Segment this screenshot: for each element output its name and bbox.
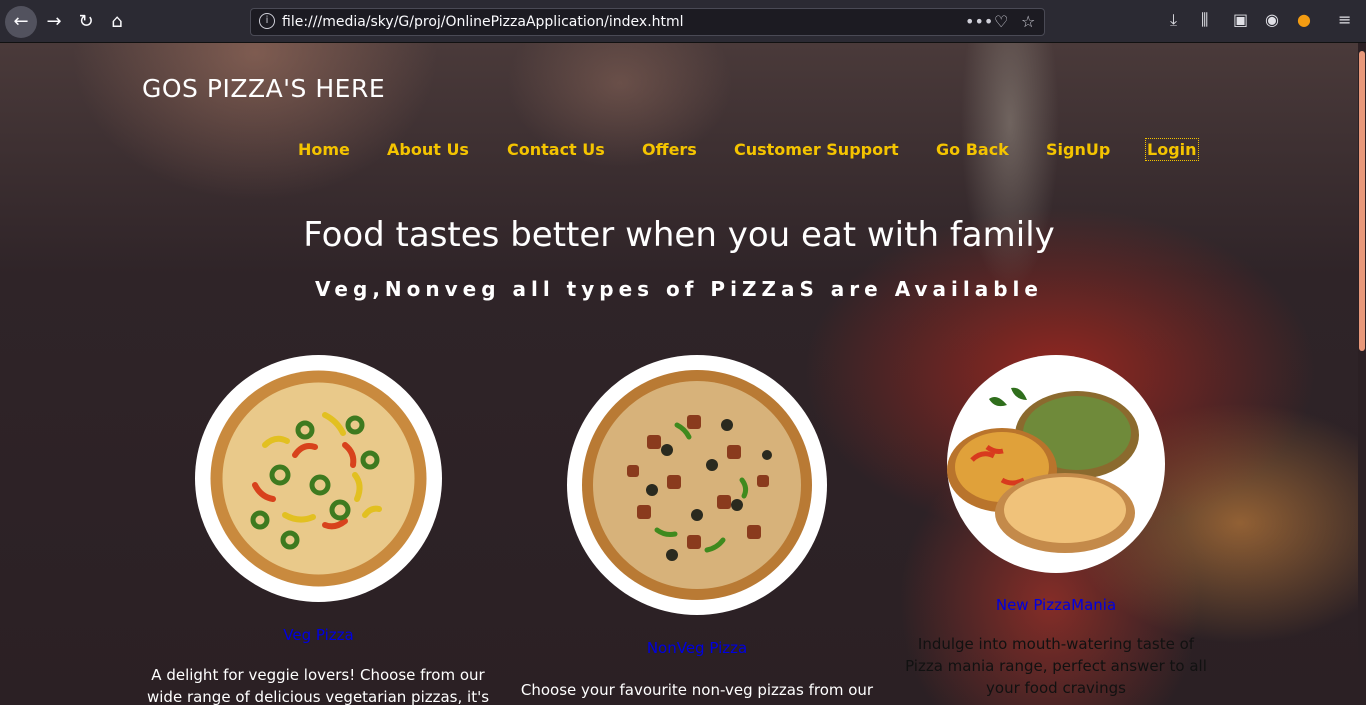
site-title: GOS PIZZA'S HERE [142, 74, 386, 103]
nav-customer-support[interactable]: Customer Support [734, 140, 899, 159]
forward-arrow-icon[interactable]: → [40, 8, 68, 36]
download-icon[interactable]: ⤓ [1170, 10, 1177, 30]
pocket-icon[interactable]: ♡ [994, 12, 1008, 31]
scrollbar-thumb[interactable] [1359, 51, 1365, 351]
nav-contact-us[interactable]: Contact Us [507, 140, 605, 159]
veg-pizza-description-line: A delight for veggie lovers! Choose from… [151, 666, 485, 684]
nav-home[interactable]: Home [298, 140, 350, 159]
page-background: GOS PIZZA'S HERE Home About Us Contact U… [0, 43, 1358, 705]
account-icon[interactable]: ◉ [1265, 10, 1279, 29]
menu-icon[interactable]: ≡ [1338, 10, 1351, 29]
veg-pizza-title[interactable]: Veg Pizza [195, 626, 442, 644]
veg-pizza-description-line: wide range of delicious vegetarian pizza… [146, 688, 490, 705]
sidebar-icon[interactable]: ▣ [1233, 10, 1248, 29]
nonveg-pizza-image[interactable] [567, 355, 827, 615]
nonveg-pizza-description: Choose your favourite non-veg pizzas fro… [497, 679, 897, 701]
vertical-scrollbar[interactable] [1358, 43, 1366, 705]
pizzamania-description-line: Indulge into mouth-watering taste of [917, 635, 1195, 653]
url-text[interactable]: file:///media/sky/G/proj/OnlinePizzaAppl… [282, 14, 684, 30]
veg-pizza-image[interactable] [195, 355, 442, 602]
library-icon[interactable]: ⫼ [1201, 10, 1208, 30]
nonveg-pizza-illustration [582, 370, 812, 600]
nav-about-us[interactable]: About Us [387, 140, 469, 159]
info-icon[interactable]: i [259, 13, 275, 29]
pizzamania-description: Indulge into mouth-watering taste of Piz… [856, 633, 1256, 699]
browser-toolbar: ← → ↻ ⌂ i file:///media/sky/G/proj/Onlin… [0, 0, 1366, 43]
pizzamania-description-line: your food cravings [986, 679, 1126, 697]
nonveg-pizza-title[interactable]: NonVeg Pizza [567, 639, 827, 657]
nav-offers[interactable]: Offers [642, 140, 697, 159]
veg-pizza-description: A delight for veggie lovers! Choose from… [118, 664, 518, 705]
nonveg-pizza-description-line: Choose your favourite non-veg pizzas fro… [520, 681, 874, 699]
pizzamania-image[interactable] [947, 355, 1165, 573]
reload-icon[interactable]: ↻ [72, 8, 100, 36]
extension-icon[interactable]: ● [1297, 10, 1311, 29]
page-actions-icon[interactable]: ••• [965, 12, 993, 31]
home-icon[interactable]: ⌂ [103, 8, 131, 36]
back-arrow-icon[interactable]: ← [5, 6, 37, 38]
nav-login[interactable]: Login [1145, 138, 1199, 161]
nav-signup[interactable]: SignUp [1046, 140, 1110, 159]
veg-pizza-illustration [210, 370, 427, 587]
pizzamania-illustration [947, 387, 1139, 553]
hero-headline: Food tastes better when you eat with fam… [303, 215, 1055, 255]
nav-go-back[interactable]: Go Back [936, 140, 1009, 159]
hero-subline: Veg,Nonveg all types of PiZZaS are Avail… [315, 277, 1043, 301]
address-bar[interactable]: i file:///media/sky/G/proj/OnlinePizzaAp… [250, 8, 1045, 36]
bookmark-star-icon[interactable]: ☆ [1021, 12, 1035, 31]
pizzamania-title[interactable]: New PizzaMania [947, 596, 1165, 614]
pizzamania-description-line: Pizza mania range, perfect answer to all [905, 657, 1207, 675]
